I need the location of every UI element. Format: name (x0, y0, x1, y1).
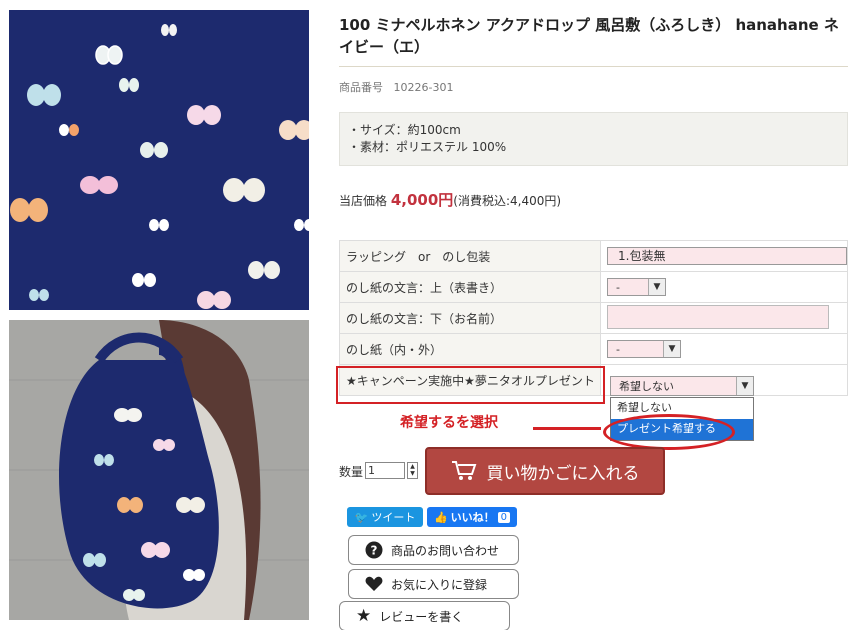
campaign-highlight-box (336, 366, 605, 404)
bird-icon: 🐦 (354, 510, 369, 524)
quantity-stepper[interactable]: ▲ ▼ (407, 462, 418, 479)
bag-model-image (9, 320, 309, 620)
option-label: のし紙の文言：上（表書き） (339, 271, 601, 303)
chevron-down-icon: ▼ (663, 341, 680, 357)
like-button[interactable]: 👍 いいね！ 0 (427, 507, 517, 527)
spec-size: ・サイズ：約100cm (348, 123, 461, 137)
add-to-cart-label: 買い物かごに入れる (486, 463, 640, 484)
annotation-line (533, 427, 601, 430)
product-title: 100 ミナペルホネン アクアドロップ 風呂敷（ふろしき） hanahane ネ… (339, 16, 839, 56)
butterfly-pattern-image (10, 24, 309, 309)
question-icon: ? (365, 541, 383, 559)
chevron-down-icon: ▼ (736, 377, 753, 395)
quantity-label: 数量 (339, 465, 364, 479)
like-count: 0 (497, 511, 511, 523)
noshi-type-select[interactable]: - ▼ (607, 340, 681, 358)
highlight-ellipse (603, 414, 735, 450)
sku-value: 10226-301 (393, 81, 454, 94)
sku-label: 商品番号 (339, 81, 383, 94)
option-row-noshi-type: のし紙（内・外） - ▼ (339, 333, 848, 365)
option-row-wrapping: ラッピング or のし包装 1.包装無 (339, 240, 848, 272)
tweet-button[interactable]: 🐦 ツイート (347, 507, 423, 527)
product-image-fabric[interactable] (9, 10, 309, 310)
option-label: ラッピング or のし包装 (339, 240, 601, 272)
quantity-input[interactable]: 1 (365, 462, 405, 479)
wrapping-select[interactable]: 1.包装無 (607, 247, 847, 265)
review-button[interactable]: ★ レビューを書く (339, 601, 510, 630)
product-image-bag-model[interactable] (9, 320, 309, 620)
svg-text:?: ? (371, 544, 378, 558)
divider (339, 66, 848, 67)
campaign-select[interactable]: 希望しない ▼ (610, 376, 754, 396)
noshi-top-select[interactable]: - ▼ (607, 278, 666, 296)
price-row: 当店価格 4,000円(消費税込:4,400円) (339, 189, 561, 210)
option-label: のし紙の文言：下（お名前） (339, 302, 601, 334)
favorite-button[interactable]: お気に入りに登録 (348, 569, 519, 599)
price-amount: 4,000円 (390, 191, 454, 209)
option-row-noshi-name: のし紙の文言：下（お名前） (339, 302, 848, 334)
spec-box: ・サイズ：約100cm ・素材：ポリエステル 100% (339, 112, 848, 166)
spec-material: ・素材：ポリエステル 100% (348, 140, 507, 154)
inquiry-button[interactable]: ? 商品のお問い合わせ (348, 535, 519, 565)
add-to-cart-button[interactable]: 買い物かごに入れる (425, 447, 665, 495)
thumbs-up-icon: 👍 (433, 510, 448, 524)
price-label: 当店価格 (339, 194, 388, 208)
option-label: のし紙（内・外） (339, 333, 601, 365)
chevron-down-icon: ▼ (648, 279, 665, 295)
noshi-name-input[interactable] (607, 304, 829, 329)
product-sku: 商品番号 10226-301 (339, 79, 453, 95)
annotation-text: 希望するを選択 (400, 415, 498, 431)
option-row-noshi-top: のし紙の文言：上（表書き） - ▼ (339, 271, 848, 303)
cart-icon (451, 461, 476, 480)
price-tax: (消費税込:4,400円) (453, 194, 562, 208)
star-icon: ★ (356, 606, 372, 626)
heart-icon (365, 576, 383, 591)
